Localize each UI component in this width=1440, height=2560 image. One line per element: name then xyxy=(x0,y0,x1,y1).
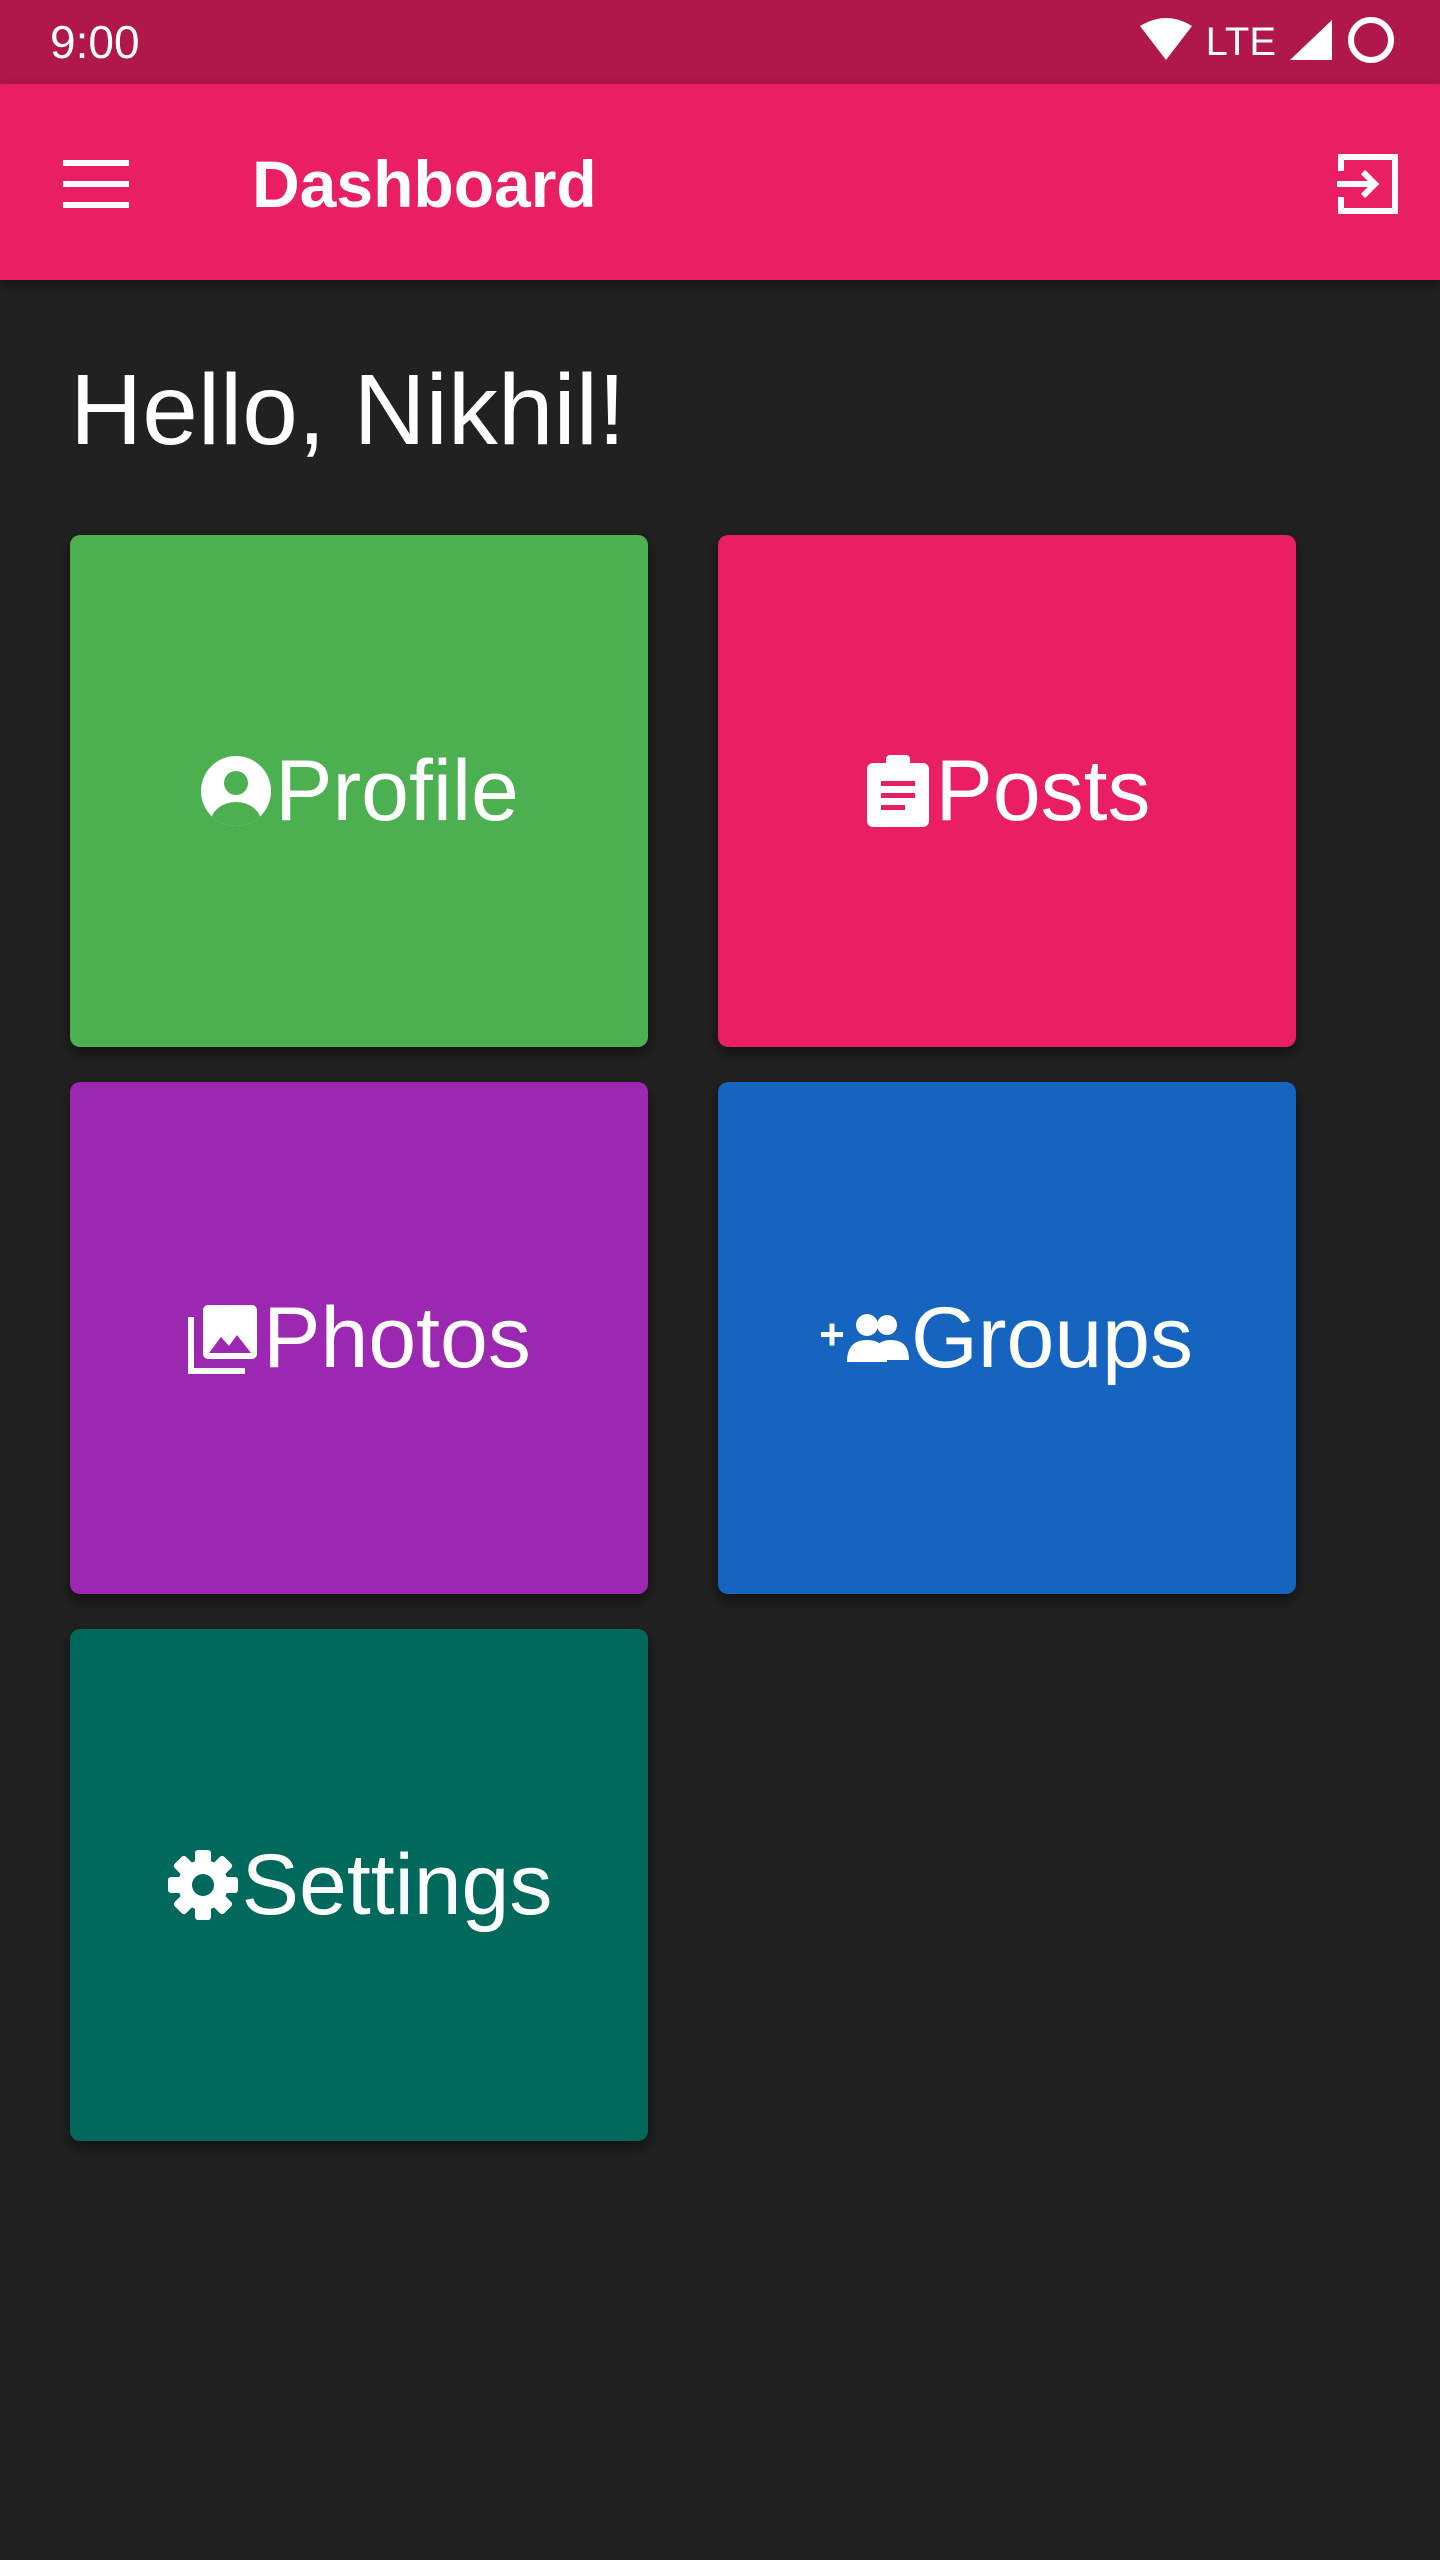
photos-tile[interactable]: Photos xyxy=(70,1082,648,1594)
app-bar: Dashboard xyxy=(0,84,1440,280)
page-title: Dashboard xyxy=(252,147,597,221)
greeting-text: Hello, Nikhil! xyxy=(70,354,626,466)
wifi-icon xyxy=(1138,17,1194,67)
logout-button[interactable] xyxy=(1318,136,1418,236)
tile-label: Settings xyxy=(241,1837,553,1933)
gear-icon xyxy=(166,1848,240,1922)
tile-label: Groups xyxy=(910,1290,1194,1386)
account-circle-icon xyxy=(199,754,273,828)
network-type-label: LTE xyxy=(1205,20,1276,64)
profile-tile[interactable]: Profile xyxy=(70,535,648,1047)
tile-label: Posts xyxy=(935,743,1151,839)
photo-library-icon xyxy=(187,1301,261,1375)
status-bar: 9:00 LTE xyxy=(0,0,1440,84)
tile-label: Profile xyxy=(275,743,519,839)
circle-icon xyxy=(1346,15,1396,70)
hamburger-menu-icon xyxy=(63,159,129,213)
groups-tile[interactable]: Groups xyxy=(718,1082,1296,1594)
tile-label: Photos xyxy=(263,1290,531,1386)
menu-button[interactable] xyxy=(46,136,146,236)
posts-tile[interactable]: Posts xyxy=(718,535,1296,1047)
status-icons: LTE xyxy=(1138,14,1396,70)
cell-signal-icon xyxy=(1288,18,1334,67)
clipboard-icon xyxy=(863,753,933,829)
group-add-icon xyxy=(820,1308,909,1368)
settings-tile[interactable]: Settings xyxy=(70,1629,648,2141)
logout-icon xyxy=(1335,151,1401,222)
status-time: 9:00 xyxy=(50,16,140,68)
